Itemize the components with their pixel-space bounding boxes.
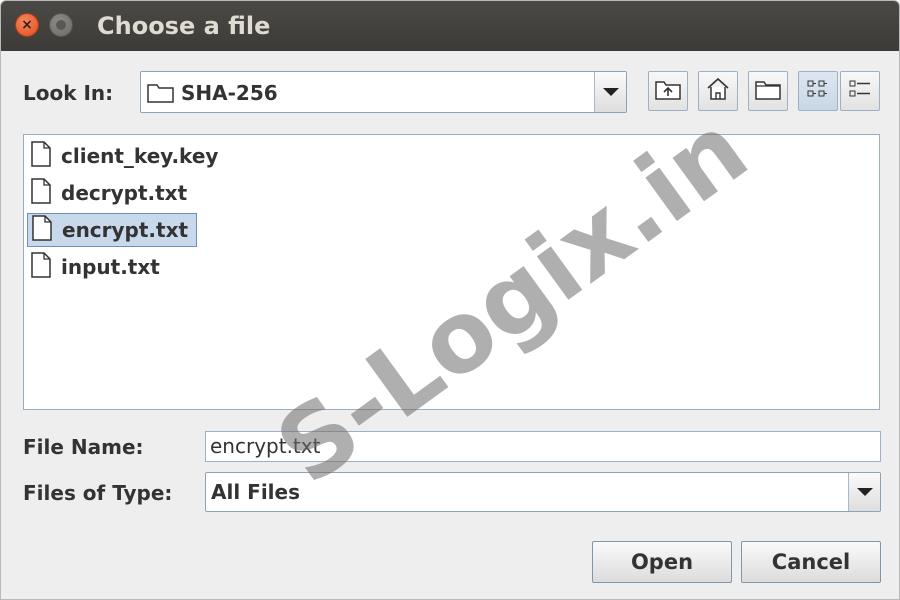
look-in-dropdown-button[interactable]	[594, 72, 626, 112]
cancel-button[interactable]: Cancel	[741, 541, 881, 583]
file-name-label: File Name:	[23, 435, 144, 459]
file-name-text: encrypt.txt	[62, 218, 189, 242]
list-view-button[interactable]	[798, 71, 838, 111]
file-list[interactable]: client_key.key decrypt.txt encrypt.txt inpu…	[23, 134, 880, 410]
file-icon	[32, 214, 52, 246]
file-icon	[31, 251, 51, 283]
folder-icon	[147, 81, 175, 107]
window-title: Choose a file	[97, 12, 271, 40]
file-list-item[interactable]: decrypt.txt	[27, 176, 195, 210]
file-name-input[interactable]: encrypt.txt	[205, 431, 881, 462]
home-button[interactable]	[698, 71, 738, 111]
up-one-level-button[interactable]	[648, 71, 688, 111]
open-button[interactable]: Open	[592, 541, 732, 583]
chevron-down-icon	[602, 88, 619, 96]
files-of-type-combo[interactable]: All Files	[205, 472, 881, 512]
file-name-text: client_key.key	[61, 144, 219, 168]
file-name-text: input.txt	[61, 255, 160, 279]
list-view-icon	[805, 77, 831, 105]
look-in-label: Look In:	[23, 81, 114, 105]
file-list-item[interactable]: input.txt	[27, 250, 168, 284]
file-name-text: decrypt.txt	[61, 181, 188, 205]
new-folder-button[interactable]	[748, 71, 788, 111]
look-in-value: SHA-256	[181, 81, 278, 105]
files-of-type-dropdown-button[interactable]	[848, 473, 880, 511]
up-folder-icon	[655, 78, 681, 104]
details-view-icon	[847, 77, 873, 105]
minimize-icon	[56, 20, 66, 30]
chevron-down-icon	[856, 488, 873, 496]
file-chooser-dialog: × Choose a file Look In: SHA-256 client_…	[0, 0, 900, 600]
file-icon	[31, 140, 51, 172]
minimize-button[interactable]	[49, 13, 73, 37]
file-icon	[31, 177, 51, 209]
home-icon	[705, 77, 731, 105]
title-bar[interactable]: × Choose a file	[1, 1, 899, 51]
file-list-item[interactable]: client_key.key	[27, 139, 226, 173]
files-of-type-value: All Files	[211, 480, 300, 504]
close-button[interactable]: ×	[15, 13, 39, 37]
file-list-item[interactable]: encrypt.txt	[27, 213, 198, 247]
close-icon: ×	[21, 17, 33, 33]
files-of-type-label: Files of Type:	[23, 481, 173, 505]
new-folder-icon	[755, 78, 781, 104]
look-in-combo[interactable]: SHA-256	[140, 71, 627, 113]
details-view-button[interactable]	[840, 71, 880, 111]
